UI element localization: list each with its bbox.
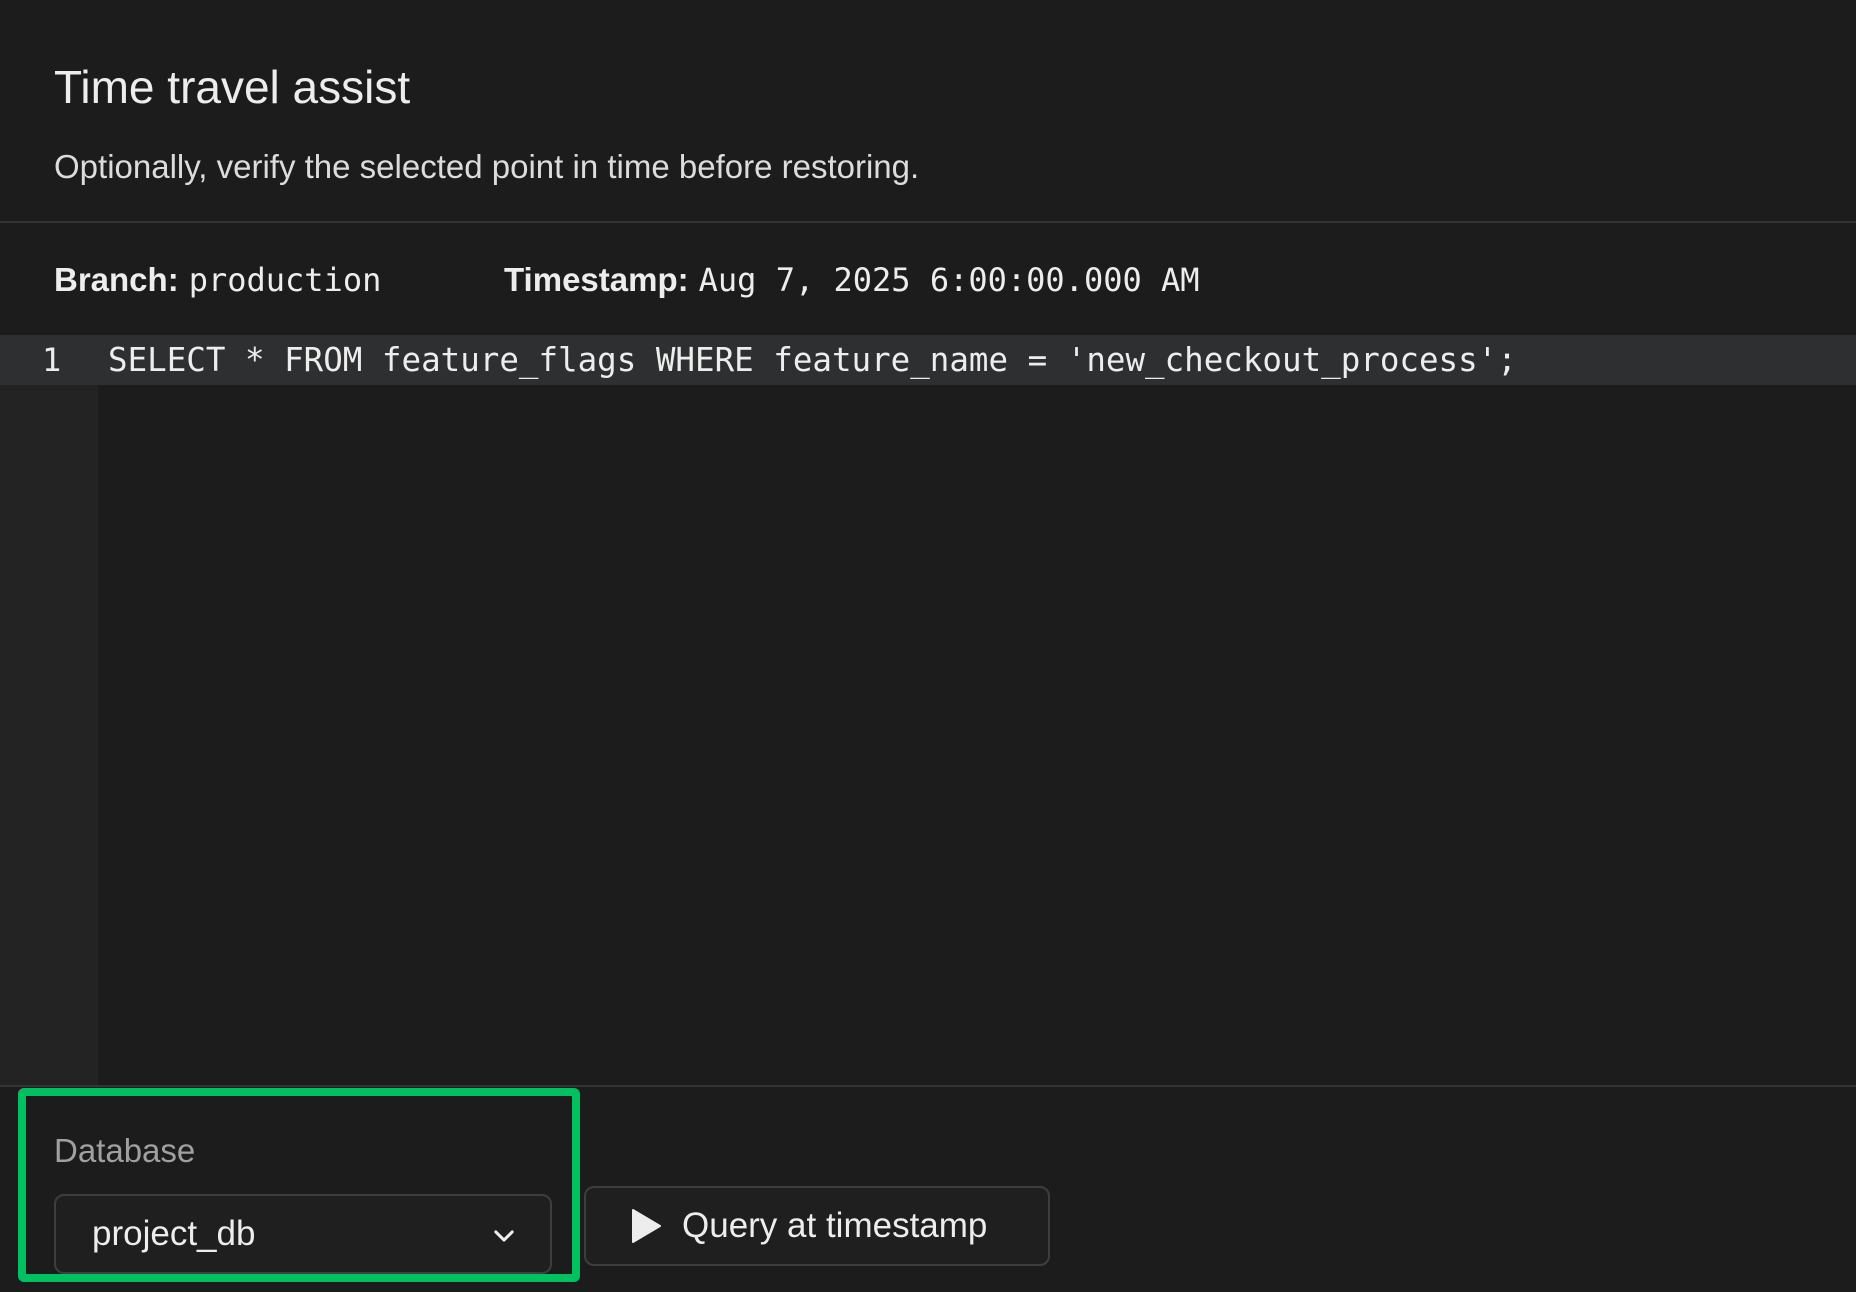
time-travel-assist-panel: Time travel assist Optionally, verify th… — [0, 0, 1856, 1292]
play-icon — [632, 1209, 661, 1243]
database-select[interactable]: project_db — [54, 1194, 552, 1274]
sql-editor[interactable]: 1 SELECT * FROM feature_flags WHERE feat… — [0, 335, 1856, 1087]
code-line[interactable]: SELECT * FROM feature_flags WHERE featur… — [108, 341, 1517, 379]
branch-value: production — [188, 261, 382, 299]
query-at-timestamp-button[interactable]: Query at timestamp — [584, 1186, 1050, 1266]
timestamp-label: Timestamp: — [504, 261, 689, 298]
query-button-label: Query at timestamp — [682, 1206, 988, 1245]
editor-gutter — [0, 335, 98, 1085]
page-subtitle: Optionally, verify the selected point in… — [54, 148, 920, 185]
chevron-down-icon — [494, 1230, 514, 1242]
branch-label: Branch: — [54, 261, 179, 298]
database-label: Database — [54, 1132, 196, 1169]
panel-header: Time travel assist Optionally, verify th… — [0, 0, 1856, 223]
branch-info: Branch: production — [54, 261, 381, 299]
page-title: Time travel assist — [54, 61, 411, 113]
editor-line[interactable]: 1 SELECT * FROM feature_flags WHERE feat… — [0, 335, 1856, 385]
query-footer: Database project_db Query at timestamp — [0, 1088, 1856, 1292]
timestamp-value: Aug 7, 2025 6:00:00.000 AM — [698, 261, 1200, 299]
database-highlight: Database project_db — [18, 1088, 580, 1282]
snapshot-meta: Branch: production Timestamp: Aug 7, 202… — [0, 225, 1856, 335]
timestamp-info: Timestamp: Aug 7, 2025 6:00:00.000 AM — [504, 261, 1200, 299]
line-number: 1 — [42, 341, 62, 379]
database-select-value: project_db — [92, 1214, 256, 1253]
